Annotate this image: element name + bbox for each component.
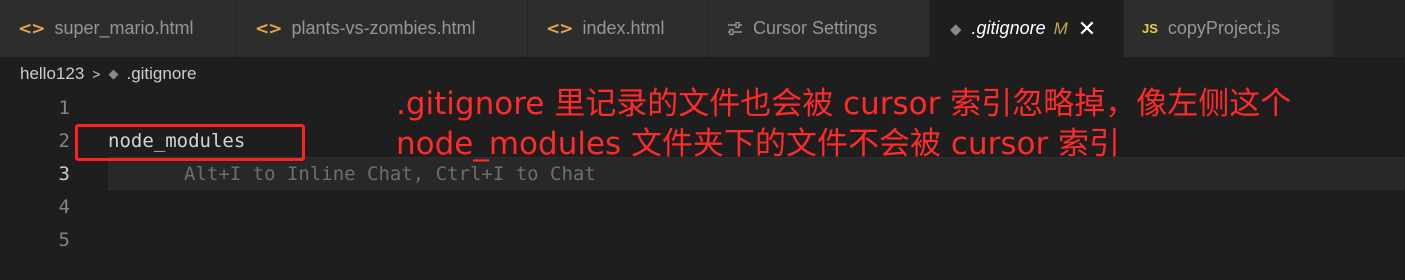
js-file-icon: JS [1142,21,1158,36]
tab-gitignore[interactable]: ◆ .gitignore M ✕ [930,0,1124,57]
editor-tab-bar: <> super_mario.html <> plants-vs-zombies… [0,0,1405,57]
html-file-icon: <> [18,18,45,39]
editor-line[interactable]: 4 [0,190,1405,223]
git-diamond-icon: ◆ [950,20,962,38]
tab-label: plants-vs-zombies.html [291,18,476,38]
modified-indicator: M [1053,18,1068,38]
tab-plants-vs-zombies[interactable]: <> plants-vs-zombies.html [237,0,528,57]
html-file-icon: <> [546,18,573,39]
line-number: 3 [58,162,70,185]
git-diamond-icon: ◆ [108,66,119,81]
annotation-line: node_modules 文件夹下的文件不会被 cursor 索引 [396,126,1121,162]
html-file-icon: <> [255,18,282,39]
inline-chat-hint: Alt+I to Inline Chat, Ctrl+I to Chat [184,162,596,185]
breadcrumb-folder[interactable]: hello123 [20,64,84,84]
chevron-right-icon: > [92,66,101,82]
tab-index[interactable]: <> index.html [528,0,709,57]
line-number: 4 [58,195,70,218]
editor-line[interactable]: 5 [0,223,1405,256]
breadcrumb-file[interactable]: .gitignore [126,64,196,84]
tab-copy-project[interactable]: JS copyProject.js [1124,0,1334,57]
close-icon[interactable]: ✕ [1078,17,1096,40]
tab-label: copyProject.js [1167,18,1280,38]
annotation-line: .gitignore 里记录的文件也会被 cursor 索引忽略掉，像左侧这个 [396,86,1292,122]
tab-super-mario[interactable]: <> super_mario.html [0,0,237,57]
annotation-text: .gitignore 里记录的文件也会被 cursor 索引忽略掉，像左侧这个 … [396,84,1396,164]
tab-label: .gitignore [971,18,1046,38]
tab-label: index.html [582,18,665,38]
tab-label: Cursor Settings [753,18,878,38]
tab-label: super_mario.html [54,18,194,38]
line-number: 5 [58,228,70,251]
highlight-box [75,124,305,161]
tab-cursor-settings[interactable]: Cursor Settings [709,0,930,57]
settings-sliders-icon [727,21,743,36]
line-number: 2 [58,129,70,152]
line-number: 1 [58,96,70,119]
